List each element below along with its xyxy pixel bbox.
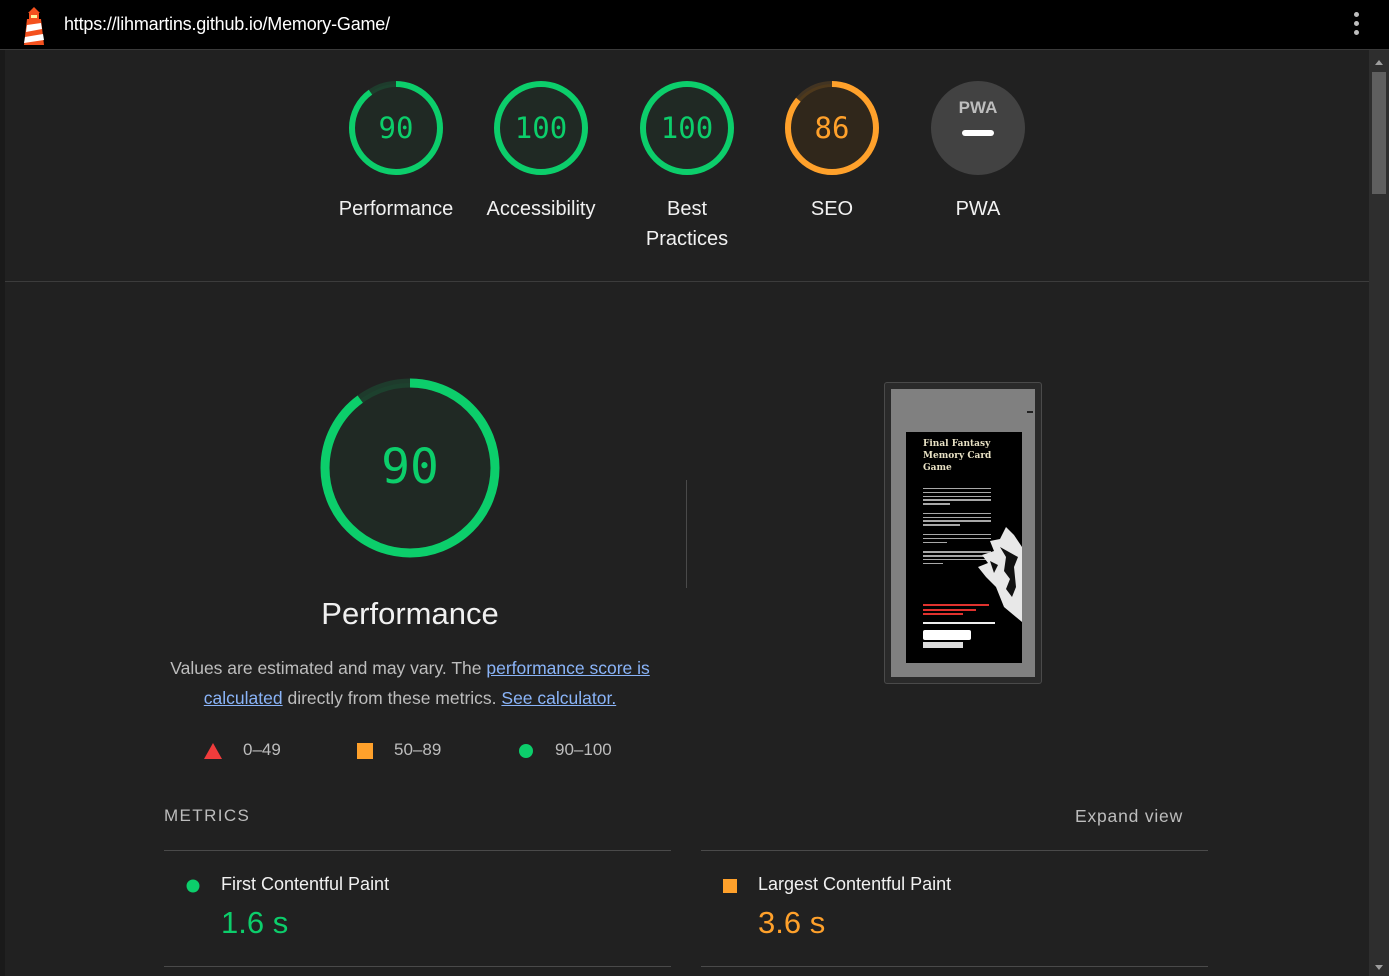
metric-title: Largest Contentful Paint bbox=[758, 874, 952, 894]
gauge-label: PWA bbox=[955, 198, 1001, 220]
performance-description: Values are estimated and may vary. The p… bbox=[160, 653, 660, 713]
metric-title: First Contentful Paint bbox=[221, 874, 390, 894]
gauge-ring-icon: 90 bbox=[349, 81, 443, 175]
metrics-heading: METRICS bbox=[164, 806, 251, 825]
screenshot-nav-mark bbox=[1027, 411, 1033, 413]
pwa-badge-icon: PWA bbox=[931, 81, 1025, 175]
gauge-performance[interactable]: 90 Performance bbox=[326, 78, 466, 224]
legend-pass: 90–100 bbox=[518, 740, 648, 764]
gauge-ring-icon: 100 bbox=[494, 81, 588, 175]
gauge-accessibility[interactable]: 100 Accessibility bbox=[471, 78, 611, 224]
svg-text:90: 90 bbox=[379, 111, 414, 145]
screenshot-red-text bbox=[923, 604, 989, 618]
gauge-label: Accessibility bbox=[486, 198, 596, 220]
square-icon bbox=[357, 743, 373, 759]
svg-text:86: 86 bbox=[815, 111, 850, 145]
performance-score-gauge: 90 bbox=[320, 378, 500, 558]
title-line: Memory Card bbox=[923, 451, 992, 461]
legend-label: 90–100 bbox=[555, 740, 612, 759]
gauge-best-practices[interactable]: 100 Best Practices bbox=[617, 78, 757, 254]
vertical-scrollbar[interactable] bbox=[1369, 50, 1389, 976]
title-line: Final Fantasy bbox=[923, 439, 991, 449]
legend-fail: 0–49 bbox=[204, 740, 324, 764]
triangle-icon bbox=[204, 743, 222, 759]
screenshot-page: Final Fantasy Memory Card Game bbox=[891, 389, 1035, 677]
metric-value: 1.6 s bbox=[221, 905, 289, 940]
svg-text:100: 100 bbox=[661, 111, 713, 145]
scroll-up-arrow-icon[interactable] bbox=[1369, 54, 1389, 72]
url-text[interactable]: https://lihmartins.github.io/Memory-Game… bbox=[64, 14, 390, 35]
gauge-label: Performance bbox=[338, 198, 454, 220]
scroll-down-arrow-icon[interactable] bbox=[1369, 958, 1389, 976]
svg-text:PWA: PWA bbox=[959, 98, 998, 117]
final-screenshot-thumbnail[interactable]: Final Fantasy Memory Card Game bbox=[884, 382, 1042, 684]
performance-title: Performance bbox=[321, 596, 499, 631]
gauge-label: SEO bbox=[810, 198, 854, 220]
svg-text:90: 90 bbox=[381, 439, 439, 495]
lighthouse-logo-icon bbox=[24, 7, 44, 45]
screenshot-start-button bbox=[923, 642, 963, 648]
address-bar: https://lihmartins.github.io/Memory-Game… bbox=[0, 0, 1389, 50]
screenshot-name-label bbox=[923, 622, 995, 624]
average-square-icon bbox=[723, 879, 737, 893]
metric-value: 3.6 s bbox=[758, 905, 826, 940]
gauge-label: Best Practices bbox=[645, 198, 729, 250]
svg-text:100: 100 bbox=[515, 111, 567, 145]
legend-label: 50–89 bbox=[394, 740, 442, 759]
metric-first-contentful-paint: First Contentful Paint 1.6 s bbox=[164, 850, 671, 967]
gauge-pwa[interactable]: PWA PWA bbox=[908, 78, 1048, 224]
metric-largest-contentful-paint: Largest Contentful Paint 3.6 s bbox=[701, 850, 1208, 967]
gauge-ring-icon: 86 bbox=[785, 81, 879, 175]
more-options-icon[interactable] bbox=[1350, 12, 1362, 38]
screenshot-game-title: Final Fantasy Memory Card Game bbox=[923, 438, 1003, 474]
description-text: directly from these metrics. bbox=[282, 688, 502, 708]
circle-icon bbox=[519, 744, 533, 758]
scrollbar-thumb[interactable] bbox=[1372, 72, 1386, 194]
gauge-seo[interactable]: 86 SEO bbox=[762, 78, 902, 224]
title-line: Game bbox=[923, 463, 952, 473]
legend-label: 0–49 bbox=[243, 740, 281, 759]
pass-circle-icon bbox=[186, 879, 200, 893]
description-text: Values are estimated and may vary. The bbox=[170, 658, 487, 678]
see-calculator-link[interactable]: See calculator. bbox=[501, 688, 616, 708]
gauge-ring-icon: 100 bbox=[640, 81, 734, 175]
vertical-divider bbox=[686, 480, 687, 588]
screenshot-game-panel: Final Fantasy Memory Card Game bbox=[906, 432, 1022, 663]
screenshot-name-input bbox=[923, 630, 971, 640]
legend-average: 50–89 bbox=[357, 740, 477, 764]
expand-view-button[interactable]: Expand view bbox=[1075, 806, 1183, 827]
category-gauges: 90 Performance 100 Accessibility 100 Bes… bbox=[5, 50, 1369, 282]
